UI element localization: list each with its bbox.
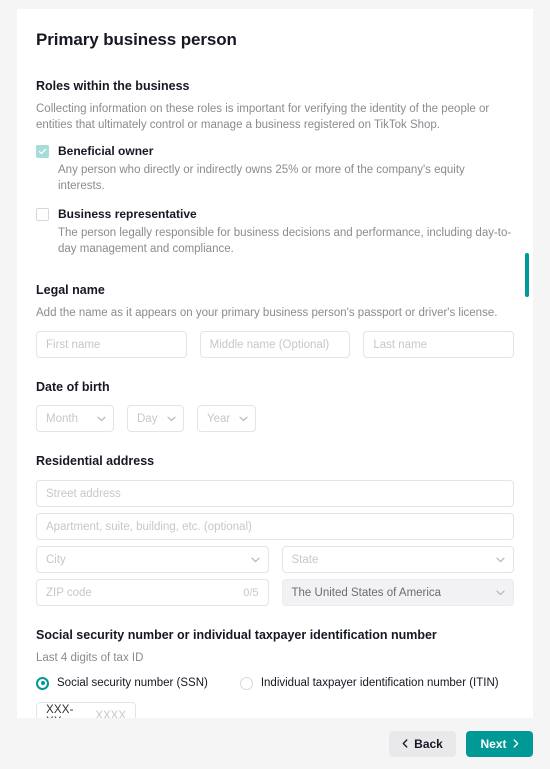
last-name-placeholder: Last name bbox=[373, 338, 428, 351]
card-scrollbar[interactable] bbox=[523, 9, 533, 718]
roles-heading: Roles within the business bbox=[36, 79, 190, 93]
apartment-input[interactable]: Apartment, suite, building, etc. (option… bbox=[36, 513, 514, 540]
footer-actions: Back Next bbox=[0, 718, 550, 769]
chevron-right-icon bbox=[513, 737, 519, 751]
middle-name-placeholder: Middle name (Optional) bbox=[209, 338, 330, 351]
legal-name-heading: Legal name bbox=[36, 283, 105, 297]
zip-code-input[interactable]: ZIP code 0/5 bbox=[36, 579, 269, 606]
ssn-label: Social security number (SSN) bbox=[57, 677, 208, 689]
apartment-placeholder: Apartment, suite, building, etc. (option… bbox=[46, 520, 252, 533]
tax-id-helper: Last 4 digits of tax ID bbox=[36, 652, 144, 664]
chevron-down-icon bbox=[250, 557, 260, 563]
zip-country-row: ZIP code 0/5 The United States of Americ… bbox=[36, 579, 514, 606]
checkbox-row-business-representative[interactable]: Business representative bbox=[36, 206, 514, 223]
city-select[interactable]: City bbox=[36, 546, 269, 573]
date-of-birth-row: Month Day Year bbox=[36, 405, 514, 432]
form-card-content: Primary business person Roles within the… bbox=[17, 9, 533, 718]
street-address-input[interactable]: Street address bbox=[36, 480, 514, 507]
year-placeholder: Year bbox=[207, 412, 231, 425]
business-representative-checkbox[interactable] bbox=[36, 208, 49, 221]
beneficial-owner-description: Any person who directly or indirectly ow… bbox=[58, 164, 465, 192]
year-select[interactable]: Year bbox=[197, 405, 256, 432]
country-value: The United States of America bbox=[291, 586, 442, 599]
chevron-down-icon bbox=[167, 416, 176, 422]
checkbox-row-beneficial-owner[interactable]: Beneficial owner bbox=[36, 143, 514, 160]
roles-description: Collecting information on these roles is… bbox=[36, 103, 490, 131]
chevron-down-icon bbox=[496, 590, 505, 596]
middle-name-input[interactable]: Middle name (Optional) bbox=[199, 331, 351, 358]
street-address-placeholder: Street address bbox=[46, 487, 121, 500]
beneficial-owner-label: Beneficial owner bbox=[58, 144, 154, 158]
next-button[interactable]: Next bbox=[466, 730, 533, 757]
day-placeholder: Day bbox=[137, 412, 158, 425]
tax-id-placeholder: XXXX bbox=[95, 709, 126, 719]
date-of-birth-section: Date of birth Month Day Year bbox=[36, 379, 514, 432]
next-button-label: Next bbox=[480, 736, 507, 751]
zip-code-counter: 0/5 bbox=[243, 586, 259, 599]
page-title: Primary business person bbox=[36, 30, 237, 49]
legal-name-section: Legal name Add the name as it appears on… bbox=[36, 282, 515, 358]
back-button[interactable]: Back bbox=[389, 730, 456, 757]
roles-section: Roles within the business Collecting inf… bbox=[36, 78, 514, 257]
month-select[interactable]: Month bbox=[36, 405, 114, 432]
tax-id-input[interactable]: XXX-XX- XXXX bbox=[36, 702, 136, 718]
city-state-row: City State bbox=[36, 546, 514, 573]
country-select: The United States of America bbox=[281, 579, 514, 606]
check-icon bbox=[38, 148, 47, 155]
zip-code-placeholder: ZIP code bbox=[46, 586, 92, 599]
date-of-birth-heading: Date of birth bbox=[36, 380, 110, 394]
city-placeholder: City bbox=[46, 553, 66, 566]
itin-label: Individual taxpayer identification numbe… bbox=[260, 677, 499, 689]
form-card: Primary business person Roles within the… bbox=[17, 9, 533, 718]
business-representative-label: Business representative bbox=[58, 207, 197, 221]
last-name-input[interactable]: Last name bbox=[363, 331, 515, 358]
chevron-down-icon bbox=[97, 416, 106, 422]
tax-id-section: Social security number or individual tax… bbox=[36, 627, 514, 718]
radio-option-itin[interactable]: Individual taxpayer identification numbe… bbox=[239, 675, 499, 691]
residential-address-section: Residential address Street address Apart… bbox=[36, 453, 514, 606]
chevron-down-icon bbox=[239, 416, 248, 422]
tax-id-heading: Social security number or individual tax… bbox=[36, 628, 437, 642]
state-select[interactable]: State bbox=[281, 546, 514, 573]
back-button-label: Back bbox=[414, 736, 443, 751]
radio-option-ssn[interactable]: Social security number (SSN) bbox=[36, 675, 208, 691]
legal-name-row: First name Middle name (Optional) Last n… bbox=[36, 331, 515, 358]
tax-id-prefix: XXX-XX- bbox=[46, 703, 74, 719]
legal-name-description: Add the name as it appears on your prima… bbox=[36, 307, 498, 319]
residential-address-heading: Residential address bbox=[36, 454, 155, 468]
month-placeholder: Month bbox=[46, 412, 78, 425]
first-name-placeholder: First name bbox=[46, 338, 101, 351]
state-placeholder: State bbox=[291, 553, 319, 566]
ssn-radio[interactable] bbox=[36, 676, 49, 690]
chevron-down-icon bbox=[496, 557, 505, 563]
chevron-left-icon bbox=[402, 737, 408, 751]
onboarding-page: Primary business person Roles within the… bbox=[0, 0, 550, 769]
first-name-input[interactable]: First name bbox=[36, 331, 187, 358]
tax-id-radio-group: Social security number (SSN) Individual … bbox=[36, 675, 514, 691]
beneficial-owner-checkbox[interactable] bbox=[36, 145, 49, 158]
business-representative-description: The person legally responsible for busin… bbox=[58, 227, 512, 255]
day-select[interactable]: Day bbox=[127, 405, 184, 432]
card-scrollbar-thumb[interactable] bbox=[525, 253, 529, 297]
itin-radio[interactable] bbox=[239, 676, 253, 690]
